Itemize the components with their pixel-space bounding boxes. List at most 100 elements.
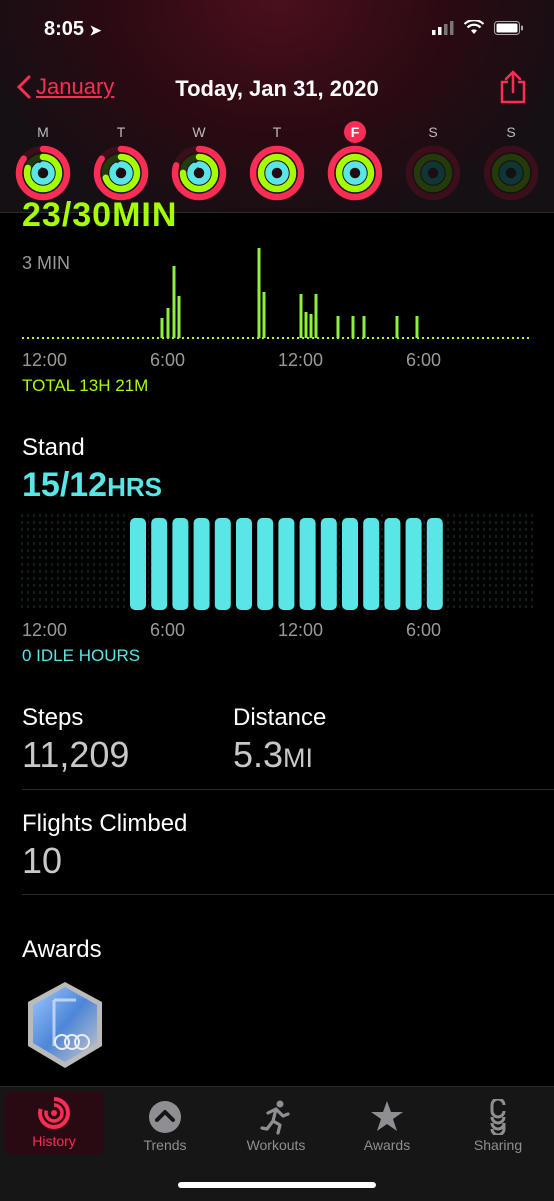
- exercise-tick: 6:00: [406, 350, 442, 370]
- stand-hour-bar: [236, 518, 252, 610]
- signal-icon: [432, 20, 454, 35]
- exercise-bar: [415, 316, 419, 338]
- stand-hour-bar: [257, 518, 274, 610]
- page-title: Today, Jan 31, 2020: [175, 76, 379, 101]
- awards-icon: [337, 1095, 437, 1137]
- share-button[interactable]: [498, 70, 528, 109]
- stand-hour-bar: [193, 518, 210, 610]
- stand-tick: 6:00: [406, 620, 442, 640]
- day-letter: T: [242, 120, 312, 144]
- day-5[interactable]: S: [398, 120, 468, 202]
- stand-value: 15/12HRS: [22, 466, 162, 504]
- stand-hour-bar: [151, 518, 168, 610]
- exercise-total: TOTAL 13H 21M: [22, 376, 149, 395]
- divider: [22, 894, 554, 895]
- exercise-tick: 12:00: [278, 350, 324, 370]
- stand-title: Stand: [22, 434, 85, 461]
- tab-label: History: [32, 1133, 76, 1149]
- day-letter-text: M: [37, 124, 49, 140]
- stand-hour-bar: [172, 518, 189, 610]
- activity-rings-icon: [249, 145, 305, 201]
- exercise-tick: 6:00: [150, 350, 186, 370]
- trends-icon: [115, 1095, 215, 1137]
- exercise-bar: [172, 266, 176, 338]
- tab-label: Workouts: [246, 1137, 306, 1153]
- exercise-bar: [304, 312, 308, 338]
- exercise-bar: [160, 318, 164, 338]
- day-letter-text: S: [506, 124, 516, 140]
- exercise-bar: [177, 296, 181, 338]
- stand-hour-bar: [214, 518, 231, 610]
- exercise-value: 23/30MIN: [22, 196, 178, 234]
- exercise-bar: [362, 316, 366, 338]
- exercise-bar: [336, 316, 340, 338]
- stand-hour-bar: [342, 518, 358, 610]
- tab-label: Sharing: [473, 1137, 523, 1153]
- awards-title: Awards: [22, 936, 102, 963]
- stand-hour-bar: [405, 518, 422, 610]
- share-icon: [500, 70, 526, 104]
- stand-chart: [21, 514, 533, 612]
- activity-rings-icon: [15, 145, 71, 201]
- tab-workouts[interactable]: Workouts: [226, 1095, 326, 1153]
- status-icons: [432, 20, 524, 35]
- activity-rings-icon: [327, 145, 383, 201]
- day-3[interactable]: T: [242, 120, 312, 202]
- divider: [22, 789, 554, 790]
- history-icon: [4, 1091, 104, 1133]
- tab-awards[interactable]: Awards: [337, 1095, 437, 1153]
- day-letter-text: T: [116, 124, 126, 140]
- stand-hour-bar: [299, 518, 316, 610]
- stand-tick: 12:00: [22, 620, 68, 640]
- steps-title: Steps: [22, 704, 84, 731]
- sharing-icon: [448, 1095, 548, 1137]
- award-badge-icon: [28, 982, 102, 1068]
- exercise-bar: [314, 294, 318, 338]
- exercise-bar: [299, 294, 303, 338]
- day-letter: S: [398, 120, 468, 144]
- day-letter-text: F: [344, 121, 366, 143]
- day-letter-text: T: [272, 124, 282, 140]
- tab-trends[interactable]: Trends: [115, 1095, 215, 1153]
- flights-value: 10: [22, 840, 63, 881]
- steps-value: 11,209: [22, 734, 130, 775]
- award-badge[interactable]: [24, 980, 106, 1075]
- day-2[interactable]: W: [164, 120, 234, 202]
- stand-tick: 6:00: [150, 620, 186, 640]
- day-letter: W: [164, 120, 234, 144]
- day-letter: F: [320, 120, 390, 144]
- status-bar: 8:05 ➤: [0, 0, 554, 60]
- stand-hour-bar: [426, 518, 443, 610]
- day-letter: S: [476, 120, 546, 144]
- stand-hour-bar: [363, 518, 380, 610]
- day-1[interactable]: T: [86, 120, 156, 202]
- exercise-bar: [262, 292, 266, 338]
- stand-hour-bar: [130, 518, 146, 610]
- exercise-bar: [166, 308, 170, 338]
- tab-history[interactable]: History: [4, 1091, 104, 1155]
- day-letter: M: [8, 120, 78, 144]
- tab-label: Trends: [143, 1137, 187, 1153]
- activity-rings-icon: [93, 145, 149, 201]
- exercise-bar: [351, 316, 355, 338]
- workouts-icon: [226, 1095, 326, 1137]
- status-time: 8:05 ➤: [44, 18, 102, 40]
- day-letter-text: W: [192, 124, 206, 140]
- activity-rings-icon: [483, 145, 539, 201]
- flights-title: Flights Climbed: [22, 810, 188, 837]
- stand-hour-bar: [278, 518, 295, 610]
- tab-label: Awards: [363, 1137, 411, 1153]
- distance-title: Distance: [233, 704, 327, 731]
- exercise-bar: [309, 314, 313, 338]
- stand-tick: 12:00: [278, 620, 324, 640]
- battery-icon: [494, 20, 523, 35]
- day-0[interactable]: M: [8, 120, 78, 202]
- day-6[interactable]: S: [476, 120, 546, 202]
- home-indicator: [178, 1182, 376, 1188]
- activity-rings-icon: [171, 145, 227, 201]
- tab-sharing[interactable]: Sharing: [448, 1095, 548, 1153]
- wifi-icon: [464, 20, 484, 34]
- day-4[interactable]: F: [320, 120, 390, 202]
- navigation-bar: January Today, Jan 31, 2020: [0, 70, 554, 110]
- stand-hour-bar: [320, 518, 337, 610]
